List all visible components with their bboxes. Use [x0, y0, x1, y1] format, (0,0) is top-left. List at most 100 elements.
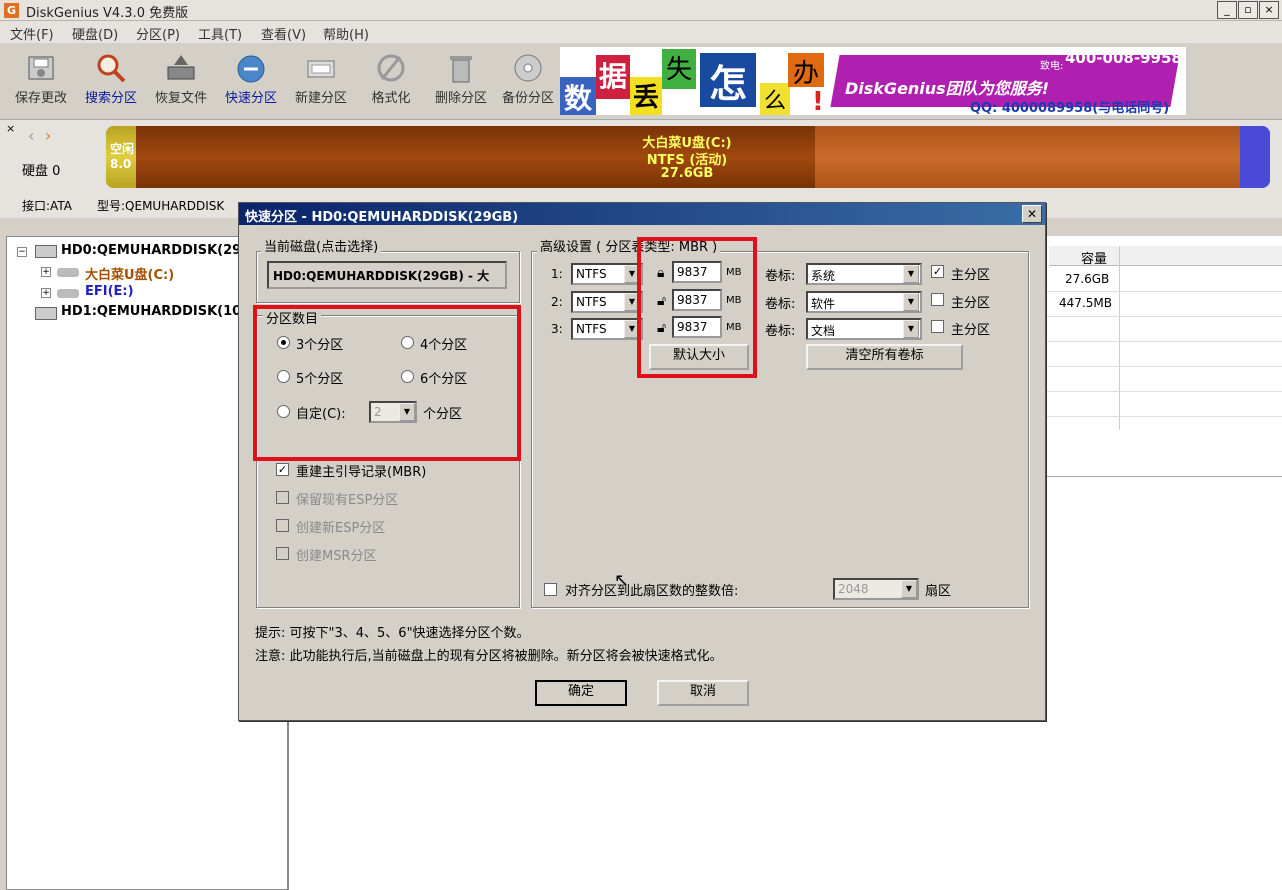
label-6-partitions[interactable]: 6个分区	[420, 368, 467, 387]
primary-label-3[interactable]: 主分区	[951, 319, 990, 338]
tree-hd1[interactable]: HD1:QEMUHARDDISK(102	[61, 304, 250, 319]
banner-char: 据	[596, 55, 630, 99]
row-index: 1:	[551, 267, 563, 281]
current-disk-selector[interactable]: HD0:QEMUHARDDISK(29GB) - 大	[267, 261, 507, 289]
ok-button[interactable]: 确定	[535, 680, 627, 706]
radio-custom[interactable]	[277, 405, 290, 418]
efi-segment[interactable]	[1240, 126, 1270, 188]
row-index: 2:	[551, 295, 563, 309]
expand-icon[interactable]: +	[41, 288, 51, 298]
primary-label-2[interactable]: 主分区	[951, 292, 990, 311]
quick-partition-icon	[237, 55, 265, 83]
chevron-down-icon[interactable]: ▼	[399, 403, 415, 421]
menu-disk[interactable]: 硬盘(D)	[72, 24, 118, 43]
search-partition-button[interactable]: 搜索分区	[78, 45, 144, 115]
expand-icon[interactable]: +	[41, 267, 51, 277]
disk-icon	[35, 307, 57, 320]
delete-partition-button[interactable]: 删除分区	[428, 45, 494, 115]
partition-size: 27.6GB	[660, 166, 714, 181]
chevron-down-icon[interactable]: ▼	[903, 320, 919, 338]
banner-qq: QQ: 4000089958(与电话同号)	[970, 101, 1170, 115]
rebuild-mbr-label[interactable]: 重建主引导记录(MBR)	[296, 461, 426, 480]
close-panel-icon[interactable]: ×	[6, 122, 15, 135]
disk-icon	[35, 245, 57, 258]
chevron-down-icon[interactable]: ▼	[901, 580, 917, 598]
keep-esp-checkbox[interactable]	[276, 491, 289, 504]
mouse-cursor-icon: ↖	[614, 570, 630, 591]
clear-labels-button[interactable]: 清空所有卷标	[806, 344, 963, 370]
primary-checkbox-3[interactable]	[931, 320, 944, 333]
chevron-down-icon[interactable]: ▼	[903, 265, 919, 283]
create-esp-checkbox[interactable]	[276, 519, 289, 532]
tree-part-e[interactable]: EFI(E:)	[85, 284, 134, 299]
create-msr-checkbox[interactable]	[276, 547, 289, 560]
tree-hd0[interactable]: HD0:QEMUHARDDISK(29G	[61, 243, 252, 258]
align-checkbox[interactable]	[544, 583, 557, 596]
toolbar-label: 新建分区	[294, 91, 347, 106]
menu-view[interactable]: 查看(V)	[261, 24, 306, 43]
tree-part-c[interactable]: 大白菜U盘(C:)	[85, 264, 174, 283]
menu-tools[interactable]: 工具(T)	[198, 24, 242, 43]
menu-file[interactable]: 文件(F)	[10, 24, 54, 43]
label-5-partitions[interactable]: 5个分区	[296, 368, 343, 387]
radio-5-partitions[interactable]	[277, 370, 290, 383]
restore-button[interactable]: ▫	[1238, 1, 1258, 19]
chevron-down-icon[interactable]: ▼	[903, 293, 919, 311]
grid-cell: 27.6GB	[1065, 272, 1110, 286]
close-button[interactable]: ×	[1259, 1, 1279, 19]
free-space-segment[interactable]: 空闲 8.0	[106, 126, 136, 188]
align-label[interactable]: 对齐分区到此扇区数的整数倍:	[565, 580, 738, 599]
menu-help[interactable]: 帮助(H)	[323, 24, 369, 43]
vol-label: 卷标:	[765, 324, 796, 339]
radio-6-partitions[interactable]	[401, 370, 414, 383]
radio-4-partitions[interactable]	[401, 336, 414, 349]
menu-bar: 文件(F) 硬盘(D) 分区(P) 工具(T) 查看(V) 帮助(H)	[0, 21, 1282, 43]
backup-partition-button[interactable]: 备份分区	[495, 45, 561, 115]
banner-brand: DiskGenius团队为您服务!	[845, 79, 1050, 98]
minimize-button[interactable]: _	[1217, 1, 1237, 19]
menu-partition[interactable]: 分区(P)	[136, 24, 180, 43]
primary-checkbox-2[interactable]	[931, 293, 944, 306]
recover-files-button[interactable]: 恢复文件	[148, 45, 214, 115]
toolbar-label: 恢复文件	[154, 91, 207, 106]
label-4-partitions[interactable]: 4个分区	[420, 334, 467, 353]
collapse-icon[interactable]: −	[17, 247, 27, 257]
dialog-close-button[interactable]: ✕	[1022, 205, 1042, 223]
save-changes-button[interactable]: 保存更改	[8, 45, 74, 115]
app-icon: G	[4, 3, 19, 18]
label-custom[interactable]: 自定(C):	[296, 403, 346, 422]
interface-text: 接口:ATA	[22, 199, 72, 213]
current-disk-title: 当前磁盘(点击选择)	[261, 236, 382, 255]
cancel-button[interactable]: 取消	[657, 680, 749, 706]
partition-bar-right	[815, 126, 1245, 188]
create-msr-label[interactable]: 创建MSR分区	[296, 545, 377, 564]
dialog-title: 快速分区 - HD0:QEMUHARDDISK(29GB)	[239, 203, 1045, 225]
vol-label: 卷标:	[765, 297, 796, 312]
banner-char: !	[812, 87, 824, 115]
rebuild-mbr-checkbox[interactable]: ✓	[276, 463, 289, 476]
nav-right-icon[interactable]: ›	[45, 126, 51, 145]
keep-esp-label[interactable]: 保留现有ESP分区	[296, 489, 398, 508]
ad-banner[interactable]: 数 据 丢 失 怎 么 办 ! DiskGenius团队为您服务! 致电: 40…	[560, 47, 1186, 115]
toolbar-label: 快速分区	[224, 91, 277, 106]
toolbar-label: 搜索分区	[84, 91, 137, 106]
title-bar: G DiskGenius V4.3.0 免费版 _ ▫ ×	[0, 0, 1282, 21]
primary-checkbox-1[interactable]: ✓	[931, 265, 944, 278]
col-capacity[interactable]: 容量	[1081, 248, 1107, 267]
new-partition-icon	[307, 60, 335, 78]
radio-3-partitions[interactable]	[277, 336, 290, 349]
model-text: 型号:QEMUHARDDISK	[97, 199, 225, 213]
new-partition-button[interactable]: 新建分区	[288, 45, 354, 115]
primary-label-1[interactable]: 主分区	[951, 264, 990, 283]
highlight-box-count	[253, 305, 521, 461]
format-icon	[377, 54, 405, 82]
create-esp-label[interactable]: 创建新ESP分区	[296, 517, 385, 536]
banner-char: 失	[662, 49, 696, 89]
label-3-partitions[interactable]: 3个分区	[296, 334, 343, 353]
banner-char: 怎	[700, 53, 756, 107]
nav-left-icon[interactable]: ‹	[28, 126, 34, 145]
quick-partition-button[interactable]: 快速分区	[218, 45, 284, 115]
highlight-box-sizes	[637, 237, 757, 378]
toolbar-label: 删除分区	[434, 91, 487, 106]
format-button[interactable]: 格式化	[358, 45, 424, 115]
